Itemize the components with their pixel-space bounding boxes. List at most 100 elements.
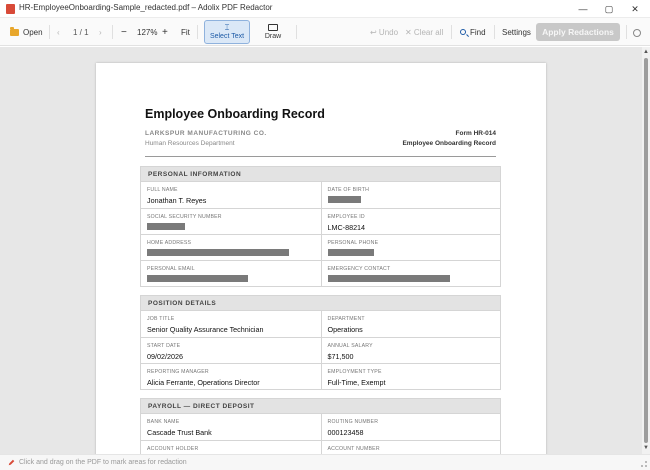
field-label: EMPLOYEE ID <box>327 214 365 220</box>
select-text-button[interactable]: ⌶ Select Text <box>204 20 250 44</box>
field-label: DATE OF BIRTH <box>327 187 370 193</box>
field-job-title: JOB TITLE Senior Quality Assurance Techn… <box>141 311 321 337</box>
field-employee-id: EMPLOYEE ID LMC-88214 <box>320 209 501 234</box>
toolbar-divider <box>49 25 50 39</box>
field-label: EMERGENCY CONTACT <box>327 266 391 272</box>
next-page-button[interactable]: › <box>99 18 102 46</box>
field-employment-type: EMPLOYMENT TYPE Full-Time, Exempt <box>320 364 501 389</box>
field-home-address: HOME ADDRESS <box>141 235 321 260</box>
toolbar-divider <box>112 25 113 39</box>
prev-page-button[interactable]: ‹ <box>57 18 60 46</box>
department-name: Human Resources Department <box>145 140 235 147</box>
field-label: JOB TITLE <box>147 316 175 322</box>
status-bar: Click and drag on the PDF to mark areas … <box>0 454 650 470</box>
redaction-box[interactable] <box>147 249 289 256</box>
field-label: START DATE <box>147 343 181 349</box>
zoom-in-button[interactable]: + <box>162 18 168 46</box>
redaction-box[interactable] <box>327 196 361 203</box>
field-reporting-manager: REPORTING MANAGER Alicia Ferrante, Opera… <box>141 364 321 389</box>
field-label: HOME ADDRESS <box>147 240 192 246</box>
minimize-button[interactable]: — <box>570 0 596 18</box>
open-button[interactable]: Open <box>10 18 43 46</box>
scrollbar-thumb[interactable] <box>644 58 648 443</box>
pdf-app-icon <box>6 4 15 14</box>
field-account-number: ACCOUNT NUMBER <box>320 441 501 454</box>
form-row: ACCOUNT HOLDER ACCOUNT NUMBER <box>140 441 501 454</box>
draw-button[interactable]: Draw <box>258 20 288 44</box>
field-label: FULL NAME <box>147 187 178 193</box>
redaction-box[interactable] <box>327 275 450 282</box>
clear-all-button[interactable]: ✕ Clear all <box>405 18 443 46</box>
field-value: Jonathan T. Reyes <box>147 196 207 205</box>
field-label: EMPLOYMENT TYPE <box>327 369 382 375</box>
field-label: ROUTING NUMBER <box>327 419 379 425</box>
maximize-button[interactable]: ▢ <box>596 0 622 18</box>
text-cursor-icon: ⌶ <box>224 23 230 32</box>
pdf-page[interactable]: Employee Onboarding Record LARKSPUR MANU… <box>96 63 546 454</box>
toolbar-divider <box>296 25 297 39</box>
section-header-position: POSITION DETAILS <box>140 295 501 311</box>
form-row: START DATE 09/02/2026 ANNUAL SALARY $71,… <box>140 338 501 364</box>
field-personal-email: PERSONAL EMAIL <box>141 261 321 286</box>
section-header-payroll: PAYROLL — DIRECT DEPOSIT <box>140 398 501 414</box>
field-label: ACCOUNT HOLDER <box>147 446 199 452</box>
apply-redactions-button[interactable]: Apply Redactions <box>536 23 620 41</box>
form-row: SOCIAL SECURITY NUMBER EMPLOYEE ID LMC-8… <box>140 209 501 235</box>
form-number: Form HR-014 <box>455 130 496 137</box>
close-button[interactable]: ✕ <box>622 0 648 18</box>
form-row: REPORTING MANAGER Alicia Ferrante, Opera… <box>140 364 501 390</box>
field-value: Senior Quality Assurance Technician <box>147 325 264 334</box>
redaction-box[interactable] <box>147 223 185 230</box>
redaction-box[interactable] <box>147 275 248 282</box>
redaction-box[interactable] <box>327 249 374 256</box>
field-label: REPORTING MANAGER <box>147 369 209 375</box>
open-label: Open <box>23 27 43 37</box>
folder-icon <box>10 26 19 36</box>
select-text-label: Select Text <box>209 33 245 40</box>
find-button[interactable]: Find <box>460 18 486 46</box>
toolbar-divider <box>451 25 452 39</box>
field-value: 09/02/2026 <box>147 352 183 361</box>
form-name: Employee Onboarding Record <box>402 140 496 147</box>
find-label: Find <box>470 27 486 37</box>
vertical-scrollbar[interactable]: ▲ ▼ <box>642 47 650 454</box>
form-row: BANK NAME Cascade Trust Bank ROUTING NUM… <box>140 414 501 441</box>
scroll-down-arrow-icon[interactable]: ▼ <box>643 445 649 451</box>
field-annual-salary: ANNUAL SALARY $71,500 <box>320 338 501 363</box>
field-value: Alicia Ferrante, Operations Director <box>147 378 260 387</box>
undo-button[interactable]: ↩ Undo <box>370 18 398 46</box>
search-icon <box>460 29 466 35</box>
field-bank-name: BANK NAME Cascade Trust Bank <box>141 414 321 440</box>
field-ssn: SOCIAL SECURITY NUMBER <box>141 209 321 234</box>
field-value: LMC-88214 <box>327 223 366 232</box>
page-indicator: 1 / 1 <box>73 27 89 37</box>
zoom-out-button[interactable]: − <box>121 18 127 46</box>
fit-button[interactable]: Fit <box>181 18 190 46</box>
field-label: SOCIAL SECURITY NUMBER <box>147 214 222 220</box>
field-label: DEPARTMENT <box>327 316 365 322</box>
pencil-icon <box>8 459 15 466</box>
field-date-of-birth: DATE OF BIRTH <box>320 182 501 208</box>
settings-button[interactable]: Settings <box>502 18 531 46</box>
resize-grip-icon[interactable] <box>641 461 647 467</box>
field-personal-phone: PERSONAL PHONE <box>320 235 501 260</box>
form-row: PERSONAL EMAIL EMERGENCY CONTACT <box>140 261 501 287</box>
document-title: Employee Onboarding Record <box>145 107 325 121</box>
form-row: FULL NAME Jonathan T. Reyes DATE OF BIRT… <box>140 182 501 209</box>
field-department: DEPARTMENT Operations <box>320 311 501 337</box>
field-value: Cascade Trust Bank <box>147 428 212 437</box>
header-rule <box>145 156 496 157</box>
field-start-date: START DATE 09/02/2026 <box>141 338 321 363</box>
toolbar-divider <box>494 25 495 39</box>
form-row: JOB TITLE Senior Quality Assurance Techn… <box>140 311 501 338</box>
field-label: PERSONAL EMAIL <box>147 266 195 272</box>
scroll-up-arrow-icon[interactable]: ▲ <box>643 49 649 55</box>
zoom-level[interactable]: 127% <box>137 18 157 46</box>
field-routing-number: ROUTING NUMBER 000123458 <box>320 414 501 440</box>
field-value: Operations <box>327 325 363 334</box>
window-title: HR-EmployeeOnboarding-Sample_redacted.pd… <box>19 3 273 12</box>
info-icon[interactable] <box>633 29 641 37</box>
pdf-viewer[interactable]: Employee Onboarding Record LARKSPUR MANU… <box>0 47 642 454</box>
draw-label: Draw <box>264 33 282 40</box>
toolbar-divider <box>626 25 627 39</box>
